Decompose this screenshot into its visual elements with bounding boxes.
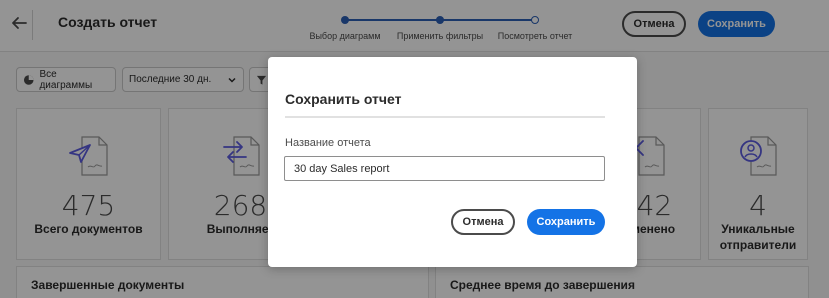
dialog-save-button[interactable]: Сохранить [527, 209, 605, 235]
report-name-label: Название отчета [285, 137, 371, 149]
dialog-title: Сохранить отчет [285, 91, 402, 107]
report-name-input[interactable] [284, 156, 605, 181]
dialog-cancel-button[interactable]: Отмена [451, 209, 515, 235]
save-report-dialog: Сохранить отчет Название отчета Отмена С… [268, 57, 637, 267]
dialog-divider [285, 116, 605, 118]
